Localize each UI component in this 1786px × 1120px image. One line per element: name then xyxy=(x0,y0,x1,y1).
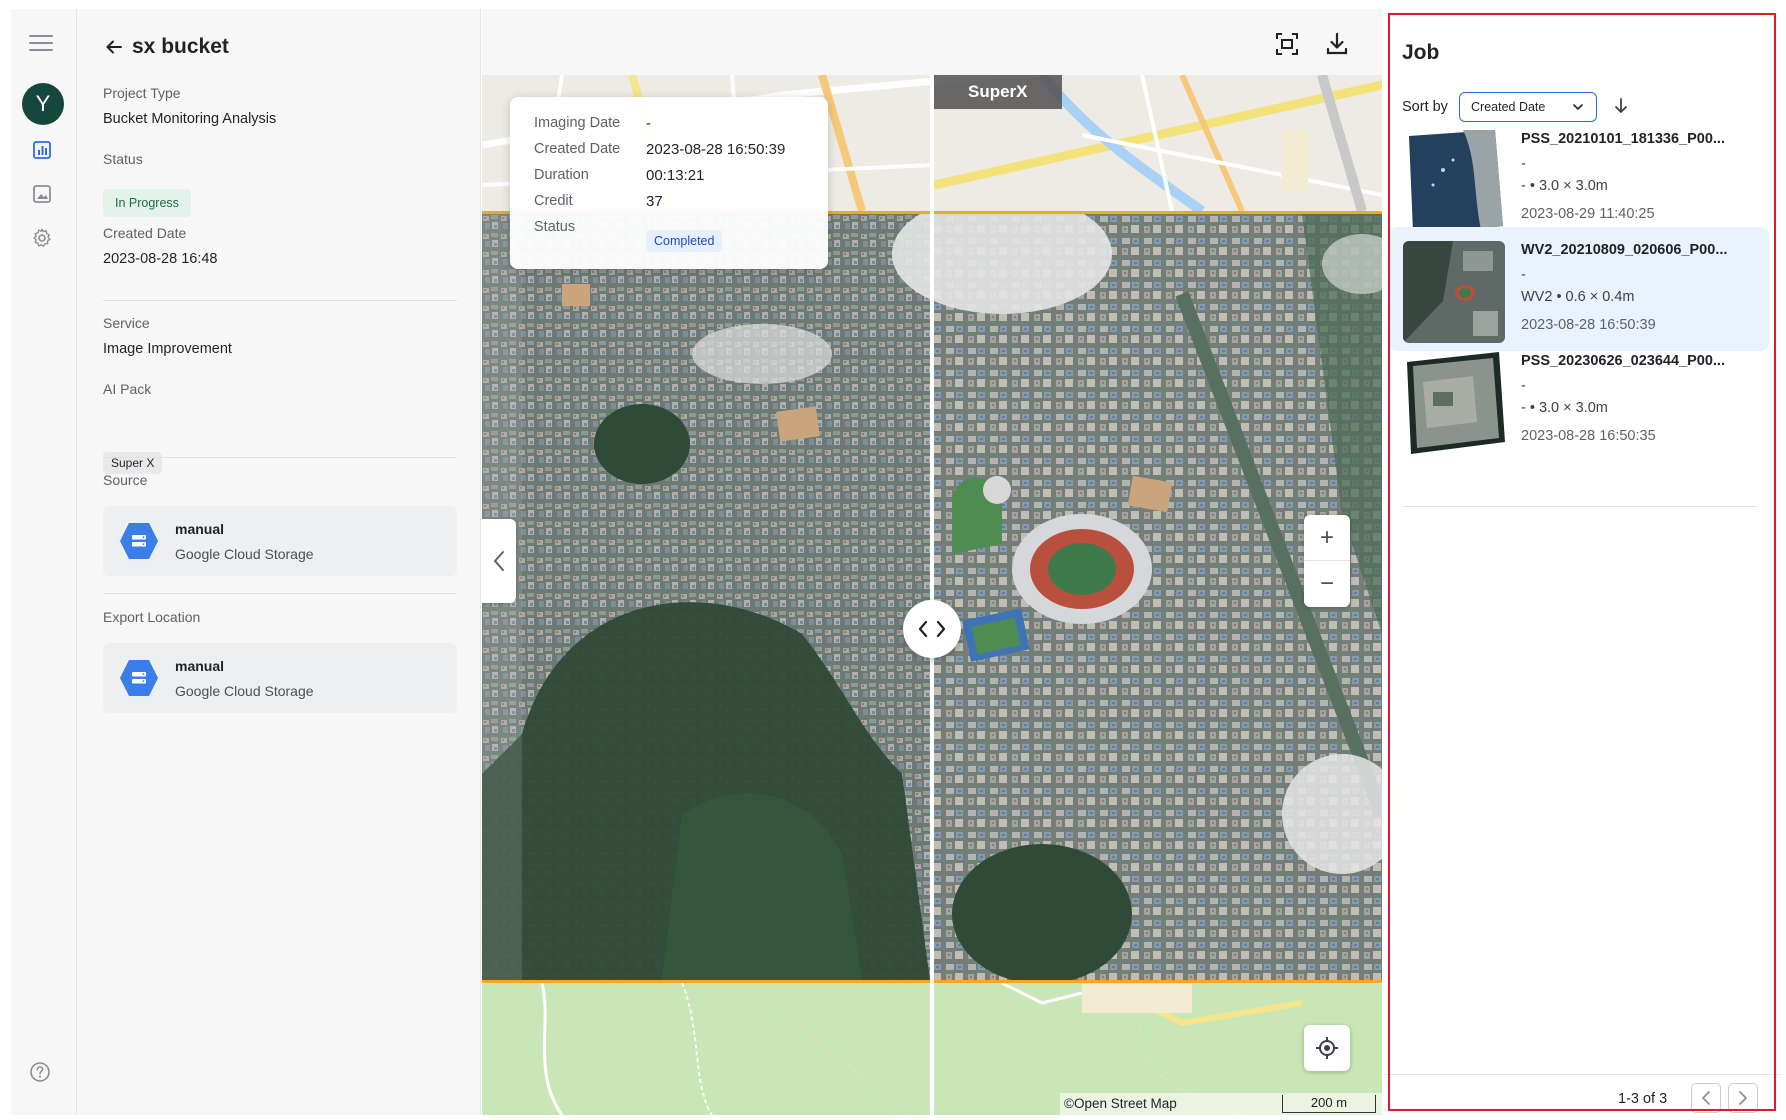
next-page-button[interactable] xyxy=(1728,1083,1758,1113)
job-name: PSS_20230626_023644_P00... xyxy=(1521,353,1725,369)
export-location-label: Export Location xyxy=(103,609,201,625)
attribution-text: ©Open Street Map xyxy=(1064,1096,1177,1111)
chevron-right-icon xyxy=(1739,1091,1747,1105)
gcs-bucket-icon xyxy=(120,523,158,559)
page-title: sx bucket xyxy=(132,35,229,58)
help-icon[interactable] xyxy=(29,1061,55,1087)
service-label: Service xyxy=(103,315,150,331)
fit-extent-icon[interactable] xyxy=(1274,31,1302,59)
download-icon[interactable] xyxy=(1324,31,1352,59)
map-viewer: SuperX Imaging Date - Created Date 2023-… xyxy=(482,9,1382,1115)
sort-select-value: Created Date xyxy=(1471,100,1546,114)
imaging-date-label: Imaging Date xyxy=(534,115,621,131)
job-thumbnail xyxy=(1403,352,1505,454)
source-card[interactable]: manual Google Cloud Storage xyxy=(103,506,457,576)
scale-bar: 200 m xyxy=(1282,1095,1376,1113)
divider xyxy=(1403,506,1757,507)
export-name: manual xyxy=(175,658,225,674)
chevrons-left-right-icon xyxy=(918,620,946,638)
credit-label: Credit xyxy=(534,193,573,209)
image-icon[interactable] xyxy=(29,181,55,207)
job-name: WV2_20210809_020606_P00... xyxy=(1521,242,1728,258)
export-location-card[interactable]: manual Google Cloud Storage xyxy=(103,643,457,713)
divider xyxy=(1383,1074,1781,1075)
source-label: Source xyxy=(103,472,148,488)
job-thumbnail xyxy=(1403,241,1505,343)
map-canvas[interactable]: SuperX Imaging Date - Created Date 2023-… xyxy=(482,75,1382,1115)
map-attribution: ©Open Street Map 200 m xyxy=(1060,1093,1382,1115)
sort-direction-icon[interactable] xyxy=(1611,96,1631,116)
job-thumbnail xyxy=(1403,130,1505,232)
compare-divider[interactable] xyxy=(930,75,934,1115)
collapse-panel-button[interactable] xyxy=(482,519,516,603)
left-rail: Y xyxy=(11,9,77,1115)
divider xyxy=(103,457,457,458)
job-info-popup: Imaging Date - Created Date 2023-08-28 1… xyxy=(510,97,828,269)
status-label: Status xyxy=(534,219,576,235)
service-value: Image Improvement xyxy=(103,341,232,357)
prev-page-button[interactable] xyxy=(1691,1083,1721,1113)
project-type-label: Project Type xyxy=(103,85,181,101)
status-label: Status xyxy=(103,151,143,167)
hamburger-menu-icon[interactable] xyxy=(29,33,53,53)
sort-by-label: Sort by xyxy=(1402,99,1448,115)
chevron-left-icon xyxy=(494,551,504,571)
credit-value: 37 xyxy=(646,193,663,210)
project-type-value: Bucket Monitoring Analysis xyxy=(103,111,277,127)
source-name: manual xyxy=(175,521,225,537)
chevron-down-icon xyxy=(1573,104,1583,111)
map-toolbar xyxy=(482,9,1382,75)
status-badge: Completed xyxy=(646,230,723,252)
job-list-item-selected[interactable]: WV2_20210809_020606_P00... - WV2 • 0.6 ×… xyxy=(1389,227,1769,351)
job-meta: - xyxy=(1521,267,1526,283)
chevron-left-icon xyxy=(1702,1091,1710,1105)
duration-label: Duration xyxy=(534,167,589,183)
ai-pack-label: AI Pack xyxy=(103,381,152,397)
duration-value: 00:13:21 xyxy=(646,167,705,184)
job-panel-title: Job xyxy=(1402,41,1440,64)
arrow-left-icon xyxy=(106,40,122,54)
gear-icon[interactable] xyxy=(29,225,55,251)
zoom-control: + − xyxy=(1304,515,1350,607)
created-date-label: Created Date xyxy=(103,225,187,241)
divider xyxy=(103,300,457,301)
ai-pack-badge: Super X xyxy=(103,452,163,474)
job-name: PSS_20210101_181336_P00... xyxy=(1521,131,1725,147)
job-panel: Job Sort by Created Date PSS_20210101_18… xyxy=(1383,9,1781,1115)
project-details-panel: sx bucket Project Type Bucket Monitoring… xyxy=(77,9,481,1115)
source-type: Google Cloud Storage xyxy=(175,546,314,562)
avatar[interactable]: Y xyxy=(22,83,64,125)
job-meta: - xyxy=(1521,156,1526,172)
job-date: 2023-08-28 16:50:35 xyxy=(1521,428,1656,444)
created-date-label: Created Date xyxy=(534,141,621,157)
job-date: 2023-08-28 16:50:39 xyxy=(1521,317,1656,333)
divider xyxy=(103,593,457,594)
crosshair-icon xyxy=(1316,1037,1338,1059)
analytics-icon[interactable] xyxy=(29,137,55,163)
gcs-bucket-icon xyxy=(120,660,158,696)
back-button[interactable]: sx bucket xyxy=(104,35,229,59)
job-meta: - xyxy=(1521,378,1526,394)
job-resolution: - • 3.0 × 3.0m xyxy=(1521,400,1608,416)
created-date-value: 2023-08-28 16:50:39 xyxy=(646,141,786,158)
export-type: Google Cloud Storage xyxy=(175,683,314,699)
created-date-value: 2023-08-28 16:48 xyxy=(103,251,218,267)
imaging-date-value: - xyxy=(646,115,651,132)
job-resolution: WV2 • 0.6 × 0.4m xyxy=(1521,289,1635,305)
zoom-in-button[interactable]: + xyxy=(1304,515,1350,561)
job-date: 2023-08-29 11:40:25 xyxy=(1521,206,1655,222)
compare-slider-handle[interactable] xyxy=(903,600,961,658)
zoom-out-button[interactable]: − xyxy=(1304,561,1350,607)
pagination-text: 1-3 of 3 xyxy=(1618,1091,1668,1107)
job-list-item[interactable]: PSS_20230626_023644_P00... - - • 3.0 × 3… xyxy=(1389,338,1769,462)
compare-layer-label: SuperX xyxy=(934,75,1062,109)
job-list-item[interactable]: PSS_20210101_181336_P00... - - • 3.0 × 3… xyxy=(1389,116,1769,240)
job-resolution: - • 3.0 × 3.0m xyxy=(1521,178,1608,194)
status-badge: In Progress xyxy=(103,189,191,217)
locate-button[interactable] xyxy=(1304,1025,1350,1071)
